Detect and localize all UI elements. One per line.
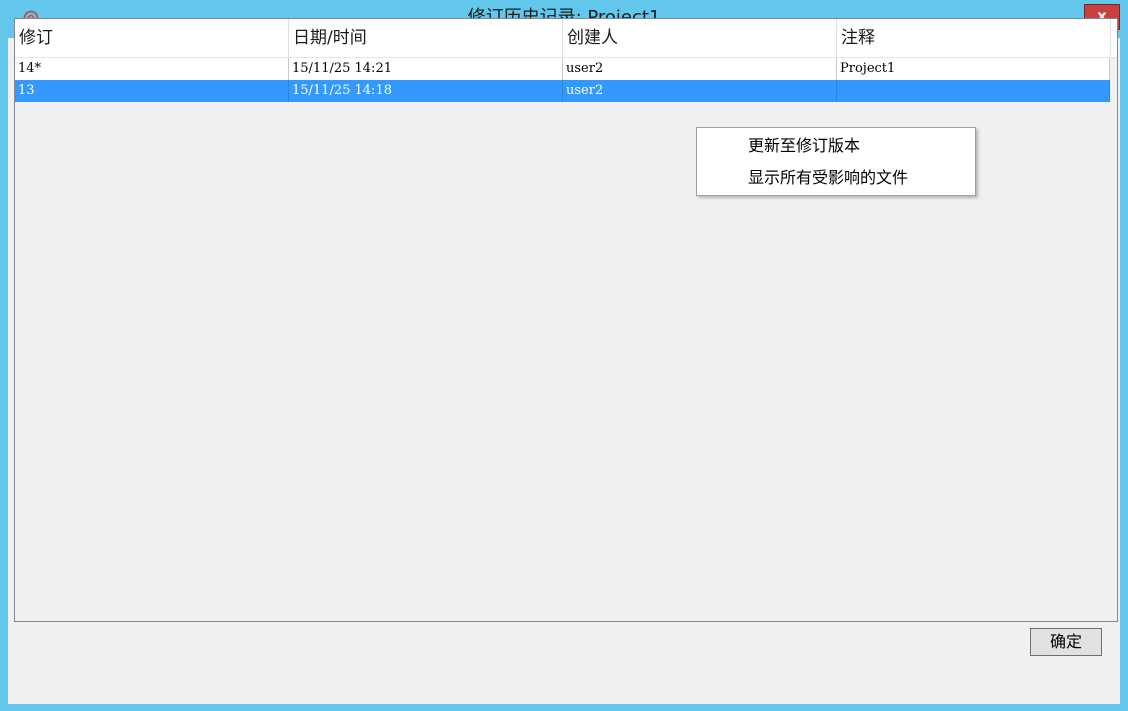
cell-datetime: 15/11/25 14:18 xyxy=(289,80,563,102)
list-header: 修订 日期/时间 创建人 注释 xyxy=(15,19,1117,58)
cell-comment: Project1 xyxy=(837,58,1110,80)
column-header-author[interactable]: 创建人 xyxy=(563,19,837,57)
cell-comment xyxy=(837,80,1110,102)
cell-datetime: 15/11/25 14:21 xyxy=(289,58,563,80)
revision-list[interactable]: 修订 日期/时间 创建人 注释 14* 15/11/25 14:21 user2… xyxy=(14,18,1118,622)
menu-item-show-affected-files[interactable]: 显示所有受影响的文件 xyxy=(698,163,974,193)
cell-revision: 13 xyxy=(15,80,289,102)
menu-item-update-to-revision[interactable]: 更新至修订版本 xyxy=(698,131,974,161)
revision-history-window: 修订历史记录: Project1 x 修订 日期/时间 创建人 注释 14* 1… xyxy=(0,0,1128,711)
window-bottom-border xyxy=(0,704,1128,711)
cell-revision: 14* xyxy=(15,58,289,80)
column-header-datetime[interactable]: 日期/时间 xyxy=(289,19,563,57)
table-row[interactable]: 14* 15/11/25 14:21 user2 Project1 xyxy=(15,58,1110,80)
cell-author: user2 xyxy=(563,80,837,102)
column-header-revision[interactable]: 修订 xyxy=(15,19,289,57)
column-header-comment[interactable]: 注释 xyxy=(837,19,1111,57)
ok-button[interactable]: 确定 xyxy=(1030,628,1102,656)
table-row-selected[interactable]: 13 15/11/25 14:18 user2 xyxy=(15,80,1110,102)
cell-author: user2 xyxy=(563,58,837,80)
context-menu: 更新至修订版本 显示所有受影响的文件 xyxy=(696,127,976,196)
